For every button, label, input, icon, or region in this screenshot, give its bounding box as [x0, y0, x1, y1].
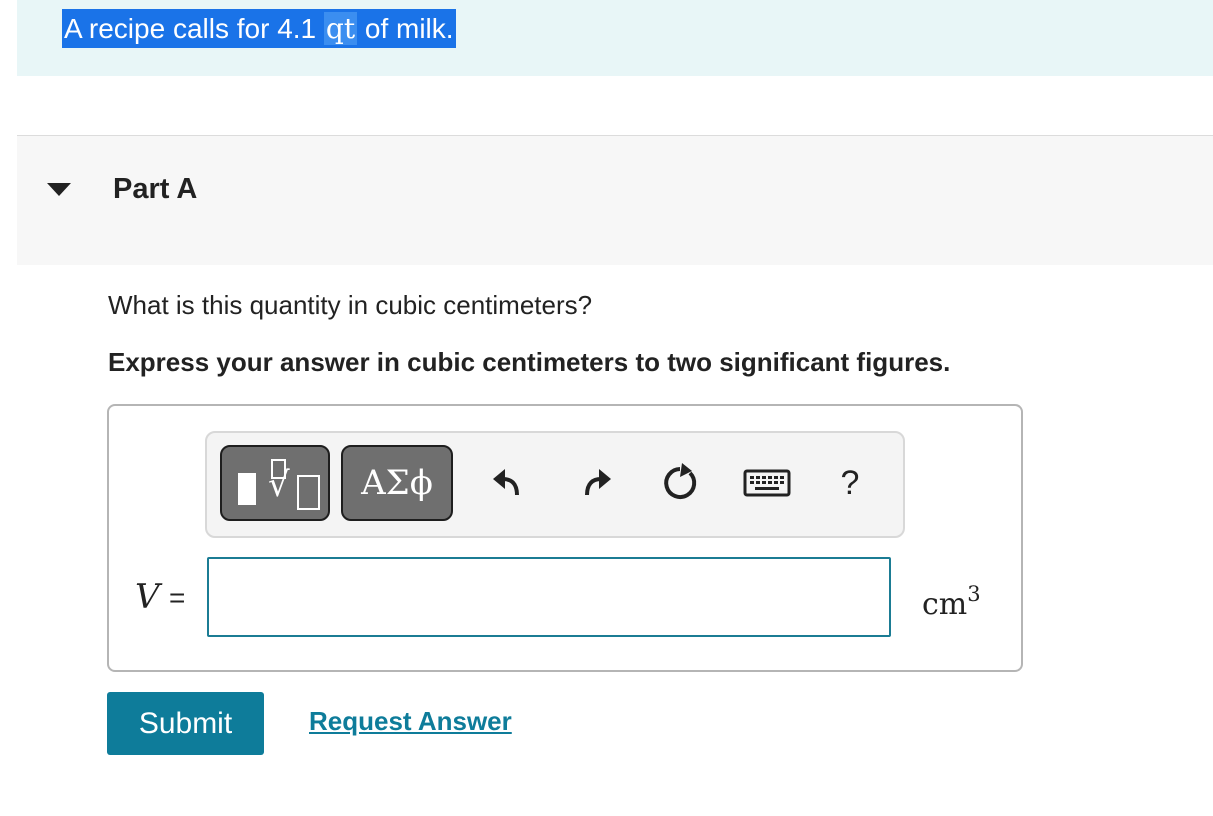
question-text: What is this quantity in cubic centimete…	[108, 290, 593, 320]
instruction-text: Express your answer in cubic centimeters…	[108, 347, 951, 377]
problem-intro: A recipe calls for 4.1 qt of milk.	[17, 0, 1213, 76]
redo-icon[interactable]	[575, 461, 615, 505]
reset-icon[interactable]	[660, 461, 700, 505]
unit-base: cm	[922, 587, 968, 622]
equals-sign: =	[169, 582, 186, 613]
collapse-caret-icon[interactable]	[47, 183, 71, 196]
help-button[interactable]: ?	[835, 461, 865, 505]
templates-button[interactable]: √	[220, 445, 330, 521]
request-answer-link[interactable]: Request Answer	[309, 706, 512, 737]
quart-unit: qt	[323, 12, 358, 45]
answer-input[interactable]	[207, 557, 891, 637]
unit-exponent: 3	[967, 582, 981, 606]
answer-panel: √ ΑΣϕ ? V = cm3	[107, 404, 1023, 672]
part-a-header[interactable]: Part A	[17, 135, 1213, 265]
problem-text-end: of milk.	[357, 13, 454, 44]
symbols-button[interactable]: ΑΣϕ	[341, 445, 453, 521]
variable-label: V	[135, 577, 160, 617]
problem-statement: A recipe calls for 4.1 qt of milk.	[62, 9, 456, 48]
submit-button[interactable]: Submit	[107, 692, 264, 755]
part-title: Part A	[113, 173, 198, 205]
problem-text-start: A recipe calls for 4.1	[64, 13, 324, 44]
unit-label: cm3	[922, 582, 981, 622]
math-toolbar: √ ΑΣϕ ?	[205, 431, 905, 538]
undo-icon[interactable]	[489, 461, 529, 505]
keyboard-icon[interactable]	[743, 461, 791, 505]
